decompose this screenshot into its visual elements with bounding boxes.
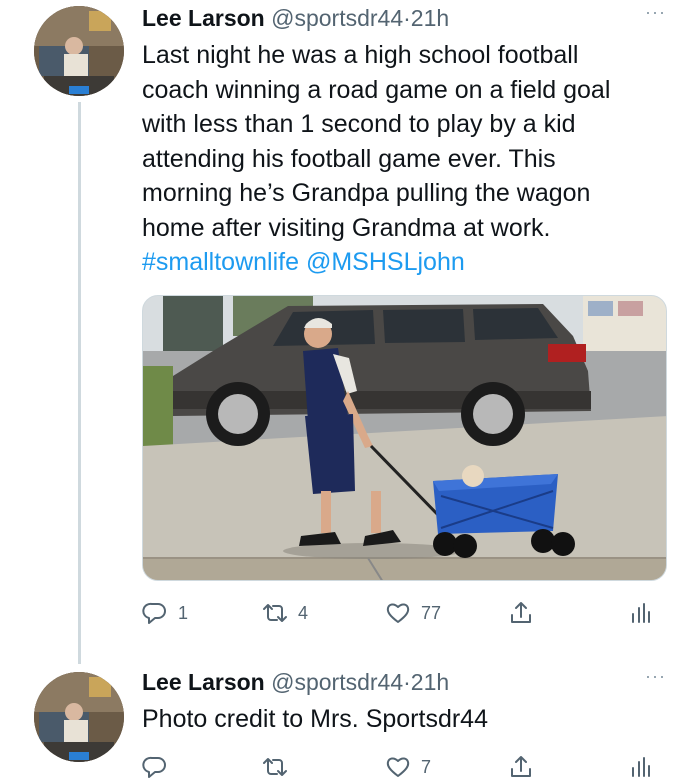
like-button[interactable]: 77 xyxy=(385,598,441,628)
thread-line xyxy=(78,102,81,664)
author-name[interactable]: Lee Larson xyxy=(142,5,265,31)
author-name[interactable]: Lee Larson xyxy=(142,669,265,695)
reply-icon xyxy=(142,756,166,778)
timestamp[interactable]: 21h xyxy=(411,5,449,31)
separator-dot: · xyxy=(403,5,411,31)
like-button[interactable]: 7 xyxy=(385,752,431,781)
reply-icon xyxy=(142,602,166,624)
tweet-text: Last night he was a high school football… xyxy=(142,38,662,280)
more-icon[interactable]: ··· xyxy=(645,666,666,687)
like-icon xyxy=(386,603,410,623)
like-count: 7 xyxy=(421,756,432,777)
analytics-button[interactable] xyxy=(628,598,654,628)
like-icon xyxy=(386,757,410,777)
share-icon xyxy=(511,756,531,777)
tweet-header: Lee Larson @sportsdr44·21h xyxy=(142,668,449,696)
author-handle[interactable]: @sportsdr44 xyxy=(271,669,403,695)
share-button[interactable] xyxy=(508,598,534,628)
tweet-actions: 7 xyxy=(142,752,662,781)
avatar[interactable] xyxy=(34,6,124,96)
tweet-photo[interactable] xyxy=(142,295,667,581)
mention-link[interactable]: @MSHSLjohn xyxy=(306,248,465,276)
share-icon xyxy=(511,602,531,623)
retweet-button[interactable] xyxy=(262,752,298,781)
photo-man-pulling-wagon xyxy=(143,296,666,580)
text-line: morning he’s Grandpa pulling the wagon xyxy=(142,179,591,207)
reply-button[interactable]: 1 xyxy=(142,598,188,628)
more-icon[interactable]: ··· xyxy=(645,2,666,23)
retweet-count: 4 xyxy=(298,602,309,623)
tweet-actions: 1 4 77 xyxy=(142,598,662,628)
retweet-icon xyxy=(263,604,287,622)
hashtag-link[interactable]: #smalltownlife xyxy=(142,248,299,276)
tweet[interactable]: Lee Larson @sportsdr44·21h ··· Photo cre… xyxy=(0,664,700,781)
tweet-header: Lee Larson @sportsdr44·21h xyxy=(142,4,449,32)
text-line: attending his football game ever. This xyxy=(142,144,556,173)
tweet-text: Photo credit to Mrs. Sportsdr44 xyxy=(142,702,662,737)
like-count: 77 xyxy=(421,602,442,623)
author-handle[interactable]: @sportsdr44 xyxy=(271,5,403,31)
analytics-icon xyxy=(632,757,650,777)
retweet-button[interactable]: 4 xyxy=(262,598,308,628)
share-button[interactable] xyxy=(508,752,534,781)
reply-button[interactable] xyxy=(142,752,178,781)
analytics-button[interactable] xyxy=(628,752,654,781)
text-line: Last night he was a high school football xyxy=(142,41,579,69)
text-line: with less than 1 second to play by a kid xyxy=(142,110,576,138)
text-line: Photo credit to Mrs. Sportsdr44 xyxy=(142,705,488,733)
timestamp[interactable]: 21h xyxy=(411,669,449,695)
reply-count: 1 xyxy=(178,602,189,623)
analytics-icon xyxy=(632,603,650,623)
text-line: coach winning a road game on a field goa… xyxy=(142,75,611,104)
separator-dot: · xyxy=(403,669,411,695)
retweet-icon xyxy=(263,758,287,776)
avatar[interactable] xyxy=(34,672,124,762)
text-line: home after visiting Grandma at work. xyxy=(142,213,551,242)
tweet[interactable]: Lee Larson @sportsdr44·21h ··· Last nigh… xyxy=(0,0,700,664)
